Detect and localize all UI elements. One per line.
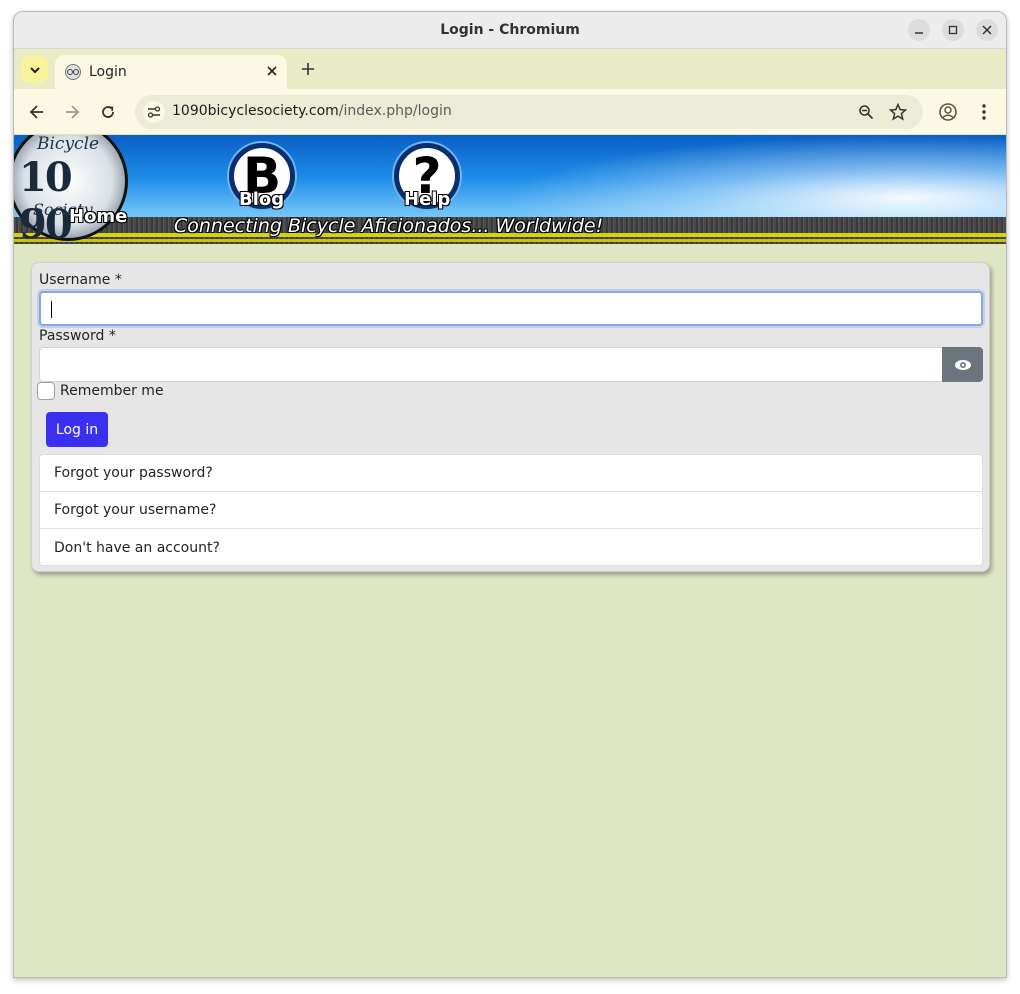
title-bar: Login - Chromium xyxy=(14,12,1006,49)
nav-help-link[interactable]: Help xyxy=(404,189,450,210)
show-password-button[interactable] xyxy=(942,347,983,382)
new-tab-icon[interactable] xyxy=(297,58,319,80)
address-bar[interactable]: 1090bicyclesociety.com/index.php/login xyxy=(135,95,923,129)
favicon-icon xyxy=(65,64,81,80)
back-icon[interactable] xyxy=(25,100,49,124)
tab-search-icon[interactable] xyxy=(21,56,48,83)
site-info-icon[interactable] xyxy=(143,101,165,123)
account-links-list: Forgot your password? Forgot your userna… xyxy=(39,454,983,566)
tab-login[interactable]: Login xyxy=(55,55,287,89)
maximize-icon[interactable] xyxy=(942,19,964,41)
minimize-icon[interactable] xyxy=(908,19,930,41)
logo-text-top: Bicycle xyxy=(37,135,100,154)
remember-me-label[interactable]: Remember me xyxy=(60,383,164,399)
forward-icon[interactable] xyxy=(60,100,84,124)
reload-icon[interactable] xyxy=(96,100,120,124)
nav-blog-link[interactable]: Blog xyxy=(239,189,284,210)
window-controls xyxy=(908,19,998,41)
bookmark-star-icon[interactable] xyxy=(887,101,909,123)
menu-icon[interactable] xyxy=(972,100,996,124)
window-close-icon[interactable] xyxy=(976,19,998,41)
url-path: /index.php/login xyxy=(338,103,452,119)
register-link[interactable]: Don't have an account? xyxy=(40,529,982,566)
window-title: Login - Chromium xyxy=(440,22,580,38)
forgot-password-link[interactable]: Forgot your password? xyxy=(40,455,982,492)
login-card: Username * Password * Remember me Log in… xyxy=(31,262,990,572)
eye-icon xyxy=(954,359,971,370)
url-host: 1090bicyclesociety.com xyxy=(172,103,339,119)
forgot-username-link[interactable]: Forgot your username? xyxy=(40,492,982,529)
logo-number: 10 90 xyxy=(19,154,73,244)
username-input[interactable] xyxy=(39,291,983,326)
profile-icon[interactable] xyxy=(936,100,960,124)
browser-toolbar: 1090bicyclesociety.com/index.php/login xyxy=(14,89,1006,135)
login-button[interactable]: Log in xyxy=(46,412,108,447)
site-tagline: Connecting Bicycle Aficionados... Worldw… xyxy=(174,215,604,237)
page-content: Bicycle 10 90 Society Home B Blog ? Help… xyxy=(14,135,1006,977)
nav-home-link[interactable]: Home xyxy=(69,206,127,227)
username-label: Username * xyxy=(39,272,122,288)
url-text: 1090bicyclesociety.com/index.php/login xyxy=(172,103,452,119)
sky-glow xyxy=(506,135,1006,225)
remember-me-checkbox[interactable] xyxy=(37,382,55,400)
zoom-icon[interactable] xyxy=(855,101,877,123)
password-input[interactable] xyxy=(39,347,943,382)
tab-strip: Login xyxy=(14,49,1006,89)
browser-window: Login - Chromium Login 1090bicyclesociet… xyxy=(13,11,1007,978)
close-icon[interactable] xyxy=(267,64,277,80)
road-line-lower xyxy=(14,239,1006,242)
site-banner: Bicycle 10 90 Society Home B Blog ? Help… xyxy=(14,135,1006,244)
tab-title: Login xyxy=(89,64,127,80)
password-label: Password * xyxy=(39,328,116,344)
text-caret xyxy=(51,301,52,318)
